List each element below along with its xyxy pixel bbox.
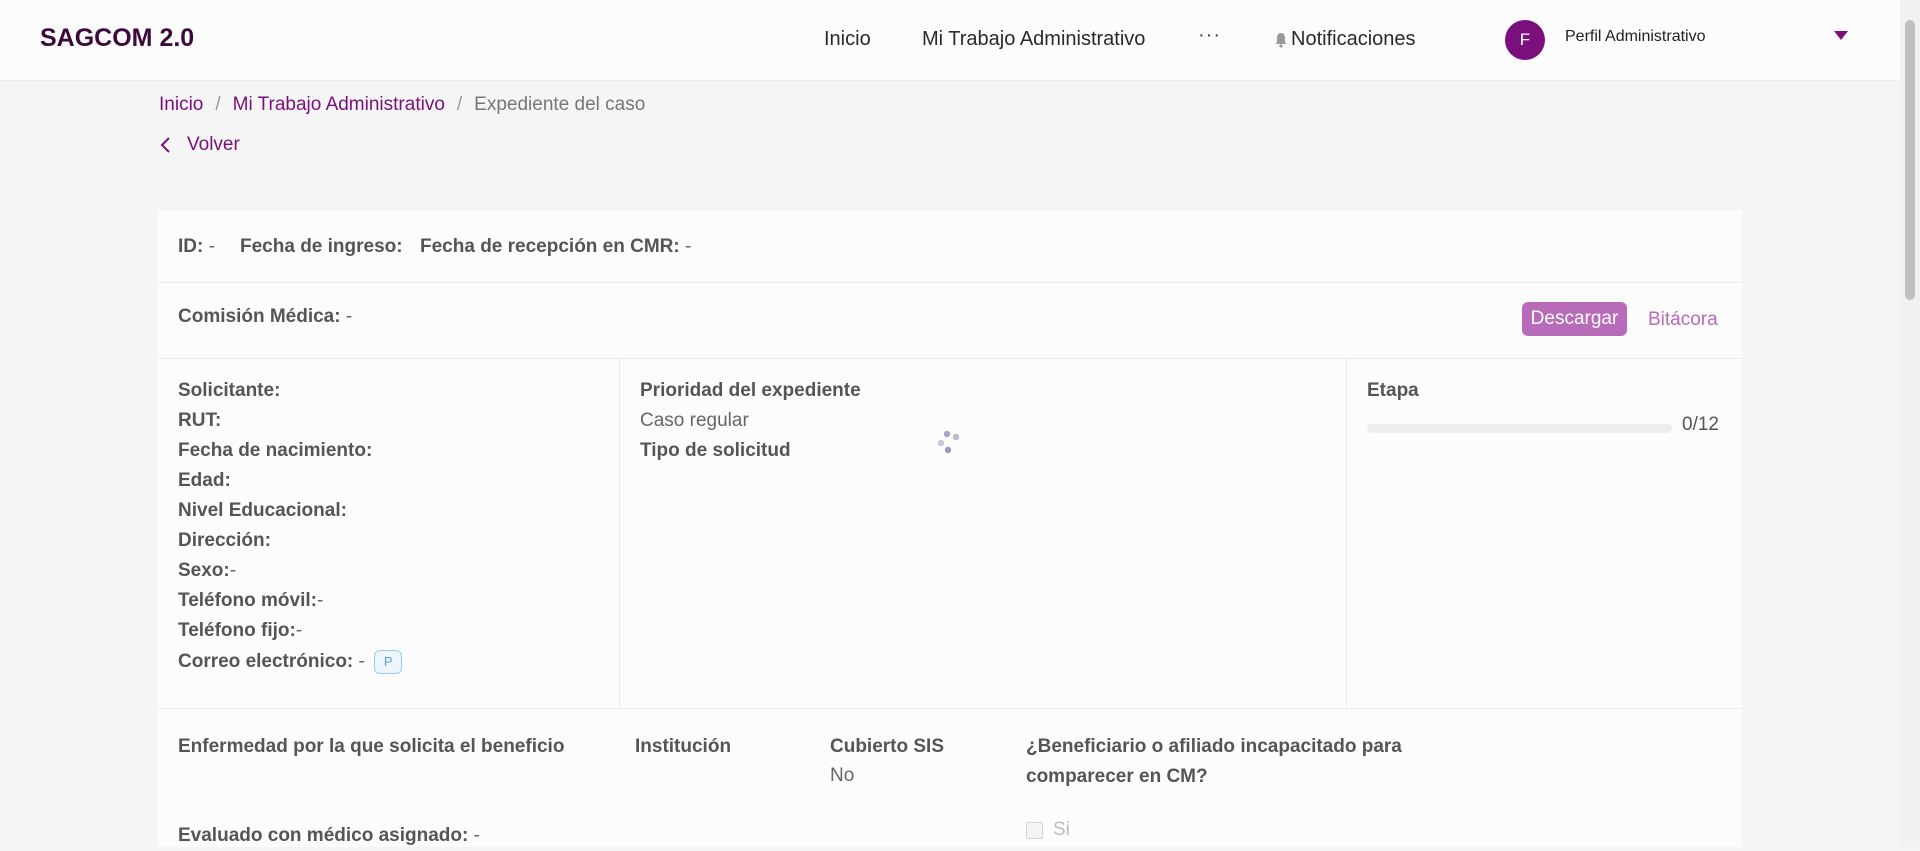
field-label: Solicitante: xyxy=(178,380,281,401)
field-direccion: Dirección: xyxy=(178,530,402,560)
nav-more-menu[interactable]: ··· xyxy=(1198,24,1221,47)
entry-date: Fecha de ingreso: xyxy=(240,236,403,258)
field-label: Sexo: xyxy=(178,560,230,581)
nav-mi-trabajo-administrativo[interactable]: Mi Trabajo Administrativo xyxy=(922,28,1145,51)
case-id: ID: - xyxy=(178,236,215,258)
brand-logo[interactable]: SAGCOM 2.0 xyxy=(40,24,194,53)
field-value: - xyxy=(316,590,324,611)
field-correo: Correo electrónico: - P xyxy=(178,650,403,680)
field-telefono-movil: Teléfono móvil:- xyxy=(178,590,402,620)
column-divider xyxy=(619,358,620,708)
breadcrumb-inicio[interactable]: Inicio xyxy=(159,94,203,116)
field-label: Fecha de nacimiento: xyxy=(178,440,373,461)
cmr-date-label: Fecha de recepción en CMR: xyxy=(420,236,680,257)
priority-value: Caso regular xyxy=(640,410,749,431)
field-label: Teléfono móvil: xyxy=(178,590,317,611)
field-nivel-educacional: Nivel Educacional: xyxy=(178,500,402,530)
incapacitated-checkbox[interactable] xyxy=(1026,822,1043,839)
top-nav-bar: SAGCOM 2.0 Inicio Mi Trabajo Administrat… xyxy=(0,0,1900,80)
breadcrumb: Inicio / Mi Trabajo Administrativo / Exp… xyxy=(159,94,645,116)
field-label: Teléfono fijo: xyxy=(178,620,296,641)
assigned-doctor-value: - xyxy=(468,825,480,846)
commission: Comisión Médica: - xyxy=(178,306,352,328)
incapacitated-label-line2: comparecer en CM? xyxy=(1026,766,1208,787)
benefit-details-row: Enfermedad por la que solicita el benefi… xyxy=(158,708,1742,847)
stage-label: Etapa xyxy=(1367,380,1419,401)
back-link[interactable]: Volver xyxy=(159,134,240,156)
commission-row: Comisión Médica: - Descargar Bitácora xyxy=(158,282,1742,359)
field-label: Dirección: xyxy=(178,530,271,551)
chevron-left-icon xyxy=(160,137,170,153)
request-type-label: Tipo de solicitud xyxy=(640,440,791,461)
field-fecha-nacimiento: Fecha de nacimiento: xyxy=(178,440,402,470)
field-label: RUT: xyxy=(178,410,222,431)
field-label: Correo electrónico: xyxy=(178,651,354,673)
profile-name[interactable]: Perfil Administrativo xyxy=(1565,28,1706,46)
nav-notificaciones-label: Notificaciones xyxy=(1291,28,1416,50)
case-details-row: Solicitante: RUT: Fecha de nacimiento: E… xyxy=(158,358,1742,709)
sis-value: No xyxy=(830,765,855,786)
field-value: - xyxy=(353,651,371,673)
breadcrumb-separator: / xyxy=(215,94,221,115)
stage-progress-text: 0/12 xyxy=(1682,414,1719,435)
field-value: - xyxy=(295,620,303,641)
incapacitated-label-line1: ¿Beneficiario o afiliado incapacitado pa… xyxy=(1026,736,1402,757)
breadcrumb-current: Expediente del caso xyxy=(474,94,646,115)
field-sexo: Sexo:- xyxy=(178,560,402,590)
breadcrumb-mi-trabajo[interactable]: Mi Trabajo Administrativo xyxy=(233,94,445,116)
log-button[interactable]: Bitácora xyxy=(1648,309,1718,331)
nav-notificaciones[interactable]: Notificaciones xyxy=(1274,28,1416,51)
assigned-doctor-label: Evaluado con médico asignado: xyxy=(178,825,469,846)
stage-progress-bar xyxy=(1367,424,1672,433)
priority-label: Prioridad del expediente xyxy=(640,380,861,401)
back-label: Volver xyxy=(187,134,240,155)
entry-date-label: Fecha de ingreso: xyxy=(240,236,403,257)
priority-info: Prioridad del expediente Caso regular Ti… xyxy=(640,380,861,470)
field-label: Edad: xyxy=(178,470,231,491)
caret-down-icon[interactable] xyxy=(1834,31,1848,40)
avatar[interactable]: F xyxy=(1505,20,1545,60)
incapacitated-option-label: Si xyxy=(1053,819,1070,840)
sis-label: Cubierto SIS xyxy=(830,736,945,757)
cmr-date: Fecha de recepción en CMR: - xyxy=(420,236,691,258)
breadcrumb-separator: / xyxy=(456,94,463,115)
cmr-date-value: - xyxy=(679,236,692,257)
stage-info: Etapa xyxy=(1367,380,1419,402)
nav-inicio[interactable]: Inicio xyxy=(824,28,871,51)
loading-spinner-icon xyxy=(937,430,960,454)
field-edad: Edad: xyxy=(178,470,402,500)
page-scrollbar[interactable] xyxy=(1900,0,1920,847)
column-divider xyxy=(1346,358,1347,708)
case-id-value: - xyxy=(203,236,215,257)
applicant-info: Solicitante: RUT: Fecha de nacimiento: E… xyxy=(178,380,403,680)
case-header-row: ID: - Fecha de ingreso: Fecha de recepci… xyxy=(158,210,1742,283)
commission-value: - xyxy=(340,306,353,327)
field-value: - xyxy=(229,560,237,581)
email-status-badge[interactable]: P xyxy=(374,650,403,674)
bell-icon xyxy=(1275,32,1287,48)
scrollbar-thumb[interactable] xyxy=(1905,20,1915,300)
case-card: ID: - Fecha de ingreso: Fecha de recepci… xyxy=(158,210,1742,847)
institution-label: Institución xyxy=(635,736,732,757)
field-label: Nivel Educacional: xyxy=(178,500,347,521)
case-id-label: ID: xyxy=(178,236,204,257)
disease-label: Enfermedad por la que solicita el benefi… xyxy=(178,736,565,757)
commission-label: Comisión Médica: xyxy=(178,306,341,327)
field-rut: RUT: xyxy=(178,410,402,440)
download-button[interactable]: Descargar xyxy=(1522,302,1627,336)
field-solicitante: Solicitante: xyxy=(178,380,402,410)
field-telefono-fijo: Teléfono fijo:- xyxy=(178,620,402,650)
